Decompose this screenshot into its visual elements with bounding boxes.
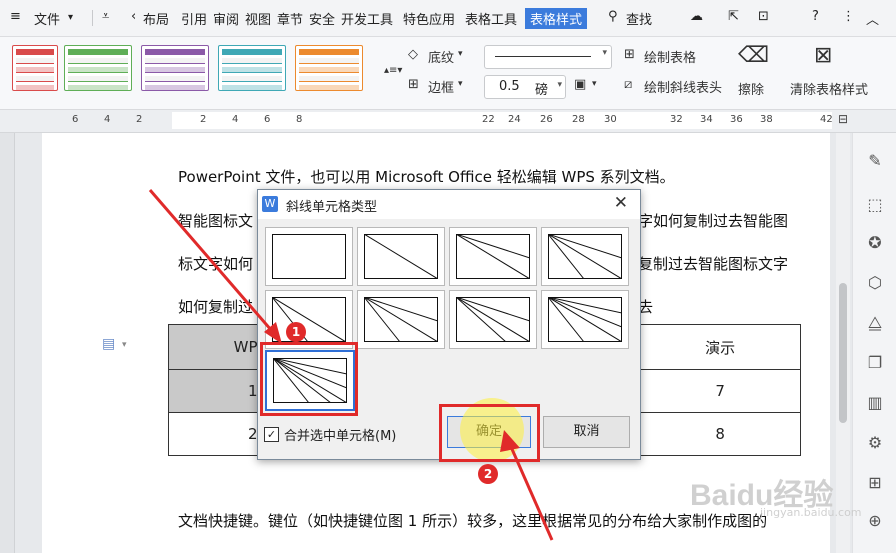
annotation-arrow bbox=[506, 439, 554, 541]
step-badge-1: 1 bbox=[286, 322, 306, 342]
annotation-arrow bbox=[148, 189, 280, 339]
watermark-url: jingyan.baidu.com bbox=[760, 506, 862, 519]
step-badge-2: 2 bbox=[478, 464, 498, 484]
arrow-head-icon bbox=[500, 430, 520, 452]
